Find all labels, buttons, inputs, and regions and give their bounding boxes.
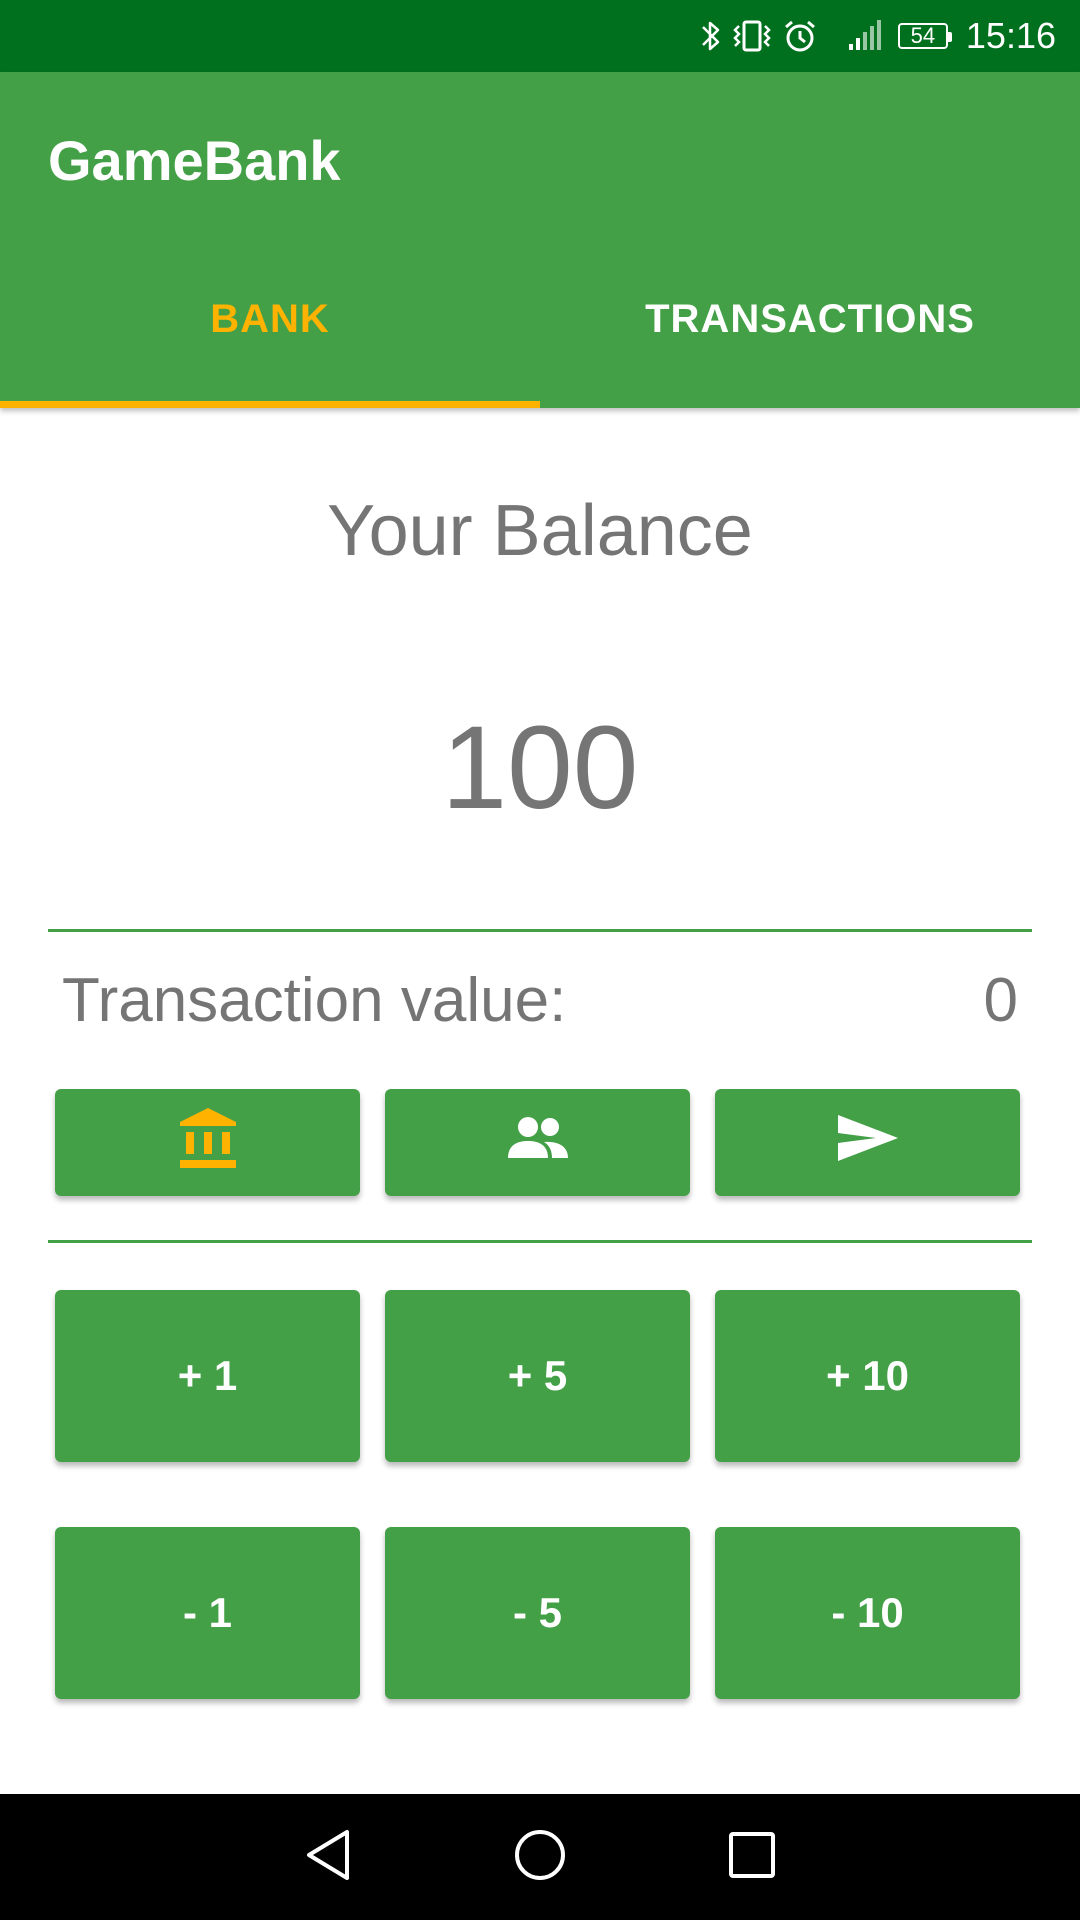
plus-10-button[interactable]: + 10 [715, 1290, 1020, 1462]
send-button[interactable] [715, 1089, 1020, 1196]
battery-level: 54 [910, 23, 936, 48]
divider-top [48, 929, 1032, 932]
minus-1-button[interactable]: - 1 [55, 1527, 360, 1699]
balance-label: Your Balance [327, 491, 753, 571]
transaction-label: Transaction value: [62, 966, 567, 1035]
send-icon [836, 1113, 900, 1173]
plus-1-button[interactable]: + 1 [55, 1290, 360, 1462]
bluetooth-icon [700, 18, 722, 54]
navigation-bar [0, 1794, 1080, 1920]
divider-bottom [48, 1240, 1032, 1243]
plus-5-button[interactable]: + 5 [385, 1290, 690, 1462]
back-icon[interactable] [303, 1828, 353, 1887]
home-icon[interactable] [513, 1828, 567, 1887]
signal-icon [846, 18, 882, 54]
tab-bank[interactable]: BANK [0, 238, 540, 408]
tab-bar: BANK TRANSACTIONS [0, 238, 1080, 408]
status-icons: 54 15:16 [700, 0, 1056, 72]
tab-transactions[interactable]: TRANSACTIONS [540, 238, 1080, 408]
app-title: GameBank [48, 129, 341, 192]
minus-5-button[interactable]: - 5 [385, 1527, 690, 1699]
minus-10-button[interactable]: - 10 [715, 1527, 1020, 1699]
battery-icon: 54 [897, 23, 952, 49]
app-bar: GameBank BANK TRANSACTIONS [0, 72, 1080, 408]
transaction-row: Transaction value: 0 [62, 965, 1018, 1036]
bank-icon [178, 1106, 238, 1180]
status-bar: 54 15:16 [0, 0, 1080, 72]
recents-icon[interactable] [727, 1830, 777, 1885]
vibrate-icon [732, 18, 772, 54]
transaction-value: 0 [983, 966, 1018, 1035]
status-time: 15:16 [965, 15, 1056, 56]
alarm-icon [782, 18, 818, 54]
people-icon [506, 1116, 570, 1170]
screen: 54 15:16 GameBank BANK TRANSACTIONS Your… [0, 0, 1080, 1920]
balance-value: 100 [441, 702, 639, 834]
bank-button[interactable] [55, 1089, 360, 1196]
people-button[interactable] [385, 1089, 690, 1196]
